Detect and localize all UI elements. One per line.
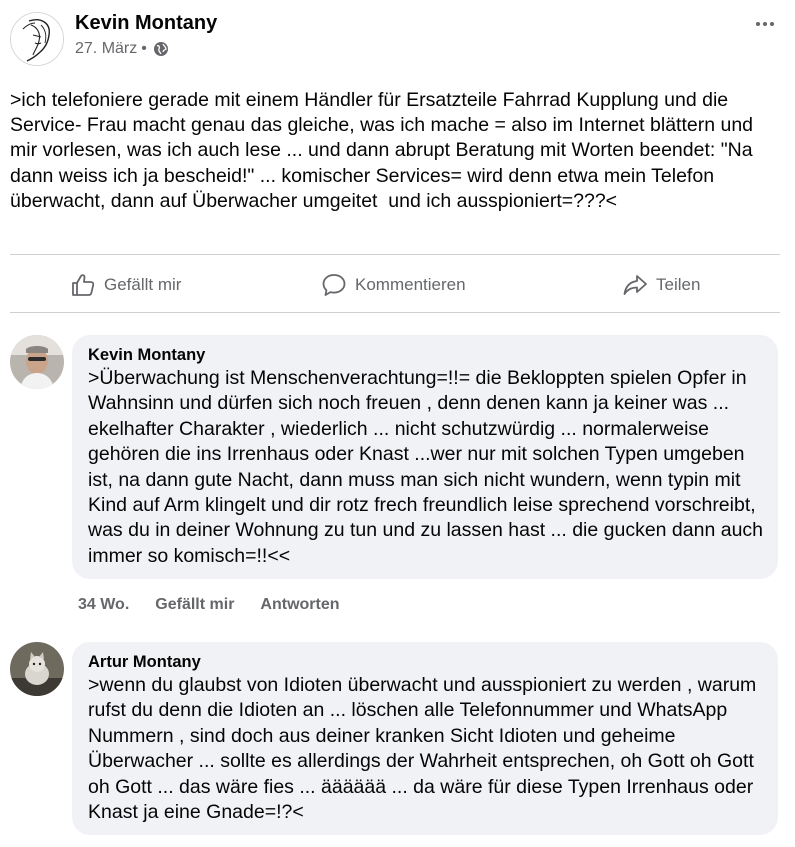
comment-author-name[interactable]: Artur Montany xyxy=(88,651,764,673)
user-photo-icon xyxy=(10,335,64,389)
comment-button-label: Kommentieren xyxy=(355,275,466,294)
post-header: Kevin Montany 27. März • xyxy=(10,10,785,68)
post-date[interactable]: 27. März xyxy=(75,40,137,58)
post-divider-top xyxy=(10,254,780,255)
sketch-face-icon xyxy=(11,13,63,65)
comment-bubble: Kevin Montany >Überwachung ist Menschenv… xyxy=(72,335,778,580)
post-meta: 27. März • xyxy=(75,40,169,58)
comment-reply-button[interactable]: Antworten xyxy=(260,596,339,614)
comment-timestamp[interactable]: 34 Wo. xyxy=(78,596,129,614)
post-divider-bottom xyxy=(10,312,780,313)
comment-text: >wenn du glaubst von Idioten überwacht u… xyxy=(88,674,762,824)
comment-author-name[interactable]: Kevin Montany xyxy=(88,344,764,366)
comment-like-button[interactable]: Gefällt mir xyxy=(155,596,234,614)
thumbs-up-icon xyxy=(72,274,95,296)
author-avatar[interactable] xyxy=(10,12,64,66)
post-author-name[interactable]: Kevin Montany xyxy=(75,12,217,35)
meta-separator: • xyxy=(141,40,147,57)
share-button[interactable]: Teilen xyxy=(622,262,700,308)
comment-actions: 34 Wo. Gefällt mir Antworten xyxy=(78,596,340,614)
comment-bubble: Artur Montany >wenn du glaubst von Idiot… xyxy=(72,642,778,836)
share-arrow-icon xyxy=(623,275,647,295)
commenter-avatar[interactable] xyxy=(10,335,64,389)
commenter-avatar[interactable] xyxy=(10,642,64,696)
facebook-post-page: Kevin Montany 27. März • >ich telefonier… xyxy=(0,0,795,847)
post-action-bar: Gefällt mir Kommentieren Teilen xyxy=(10,262,780,308)
like-button[interactable]: Gefällt mir xyxy=(70,262,181,308)
like-button-label: Gefällt mir xyxy=(104,275,182,294)
post-body-text: >ich telefoniere gerade mit einem Händle… xyxy=(10,89,759,212)
comment-button[interactable]: Kommentieren xyxy=(321,262,466,308)
cat-photo-icon xyxy=(10,642,64,696)
globe-icon xyxy=(153,41,169,57)
comment-text: >Überwachung ist Menschenverachtung=!!= … xyxy=(88,367,769,567)
speech-bubble-icon xyxy=(322,274,346,296)
more-options-icon[interactable] xyxy=(751,14,779,34)
share-button-label: Teilen xyxy=(656,275,701,294)
